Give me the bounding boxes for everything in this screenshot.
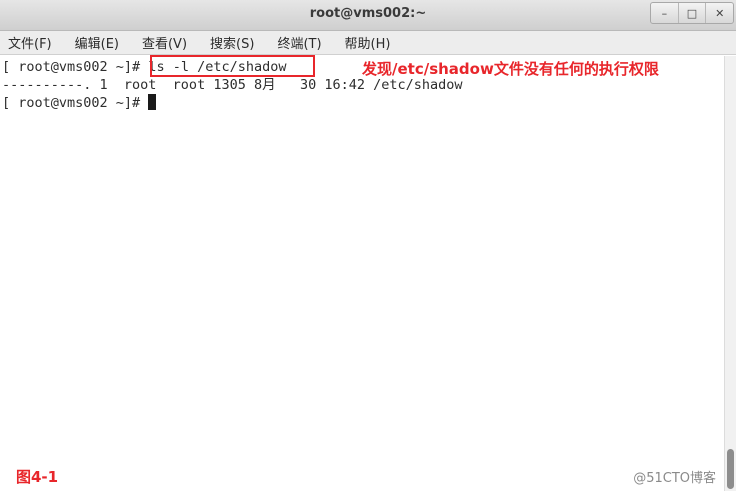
terminal-window: root@vms002:~ – □ ✕ 文件(F) 编辑(E) 查看(V) 搜索… [0, 0, 736, 491]
menu-view[interactable]: 查看(V) [138, 32, 191, 53]
menu-edit[interactable]: 编辑(E) [71, 32, 123, 53]
maximize-button[interactable]: □ [677, 3, 706, 23]
menu-help[interactable]: 帮助(H) [341, 32, 395, 53]
close-button[interactable]: ✕ [705, 3, 733, 23]
watermark: @51CTO博客 [633, 471, 716, 486]
menu-bar: 文件(F) 编辑(E) 查看(V) 搜索(S) 终端(T) 帮助(H) [0, 31, 736, 55]
shell-prompt: [ root@vms002 ~]# [2, 59, 149, 75]
minimize-button[interactable]: – [651, 3, 678, 23]
shell-prompt: [ root@vms002 ~]# [2, 95, 149, 111]
command-highlight-box [150, 55, 315, 77]
menu-search[interactable]: 搜索(S) [206, 32, 258, 53]
window-controls: – □ ✕ [650, 2, 734, 24]
window-title: root@vms002:~ [309, 6, 427, 21]
menu-file[interactable]: 文件(F) [4, 32, 56, 53]
terminal-area[interactable]: [ root@vms002 ~]# ls -l /etc/shadow ----… [0, 56, 724, 491]
menu-terminal[interactable]: 终端(T) [273, 32, 325, 53]
figure-label: 图4-1 [16, 468, 59, 486]
terminal-line-prompt: [ root@vms002 ~]# [2, 94, 157, 112]
title-bar[interactable]: root@vms002:~ – □ ✕ [0, 0, 736, 31]
annotation-text: 发现/etc/shadow文件没有任何的执行权限 [362, 60, 659, 78]
text-cursor [148, 94, 157, 110]
scrollbar-thumb[interactable] [727, 449, 734, 489]
vertical-scrollbar[interactable] [724, 56, 736, 491]
